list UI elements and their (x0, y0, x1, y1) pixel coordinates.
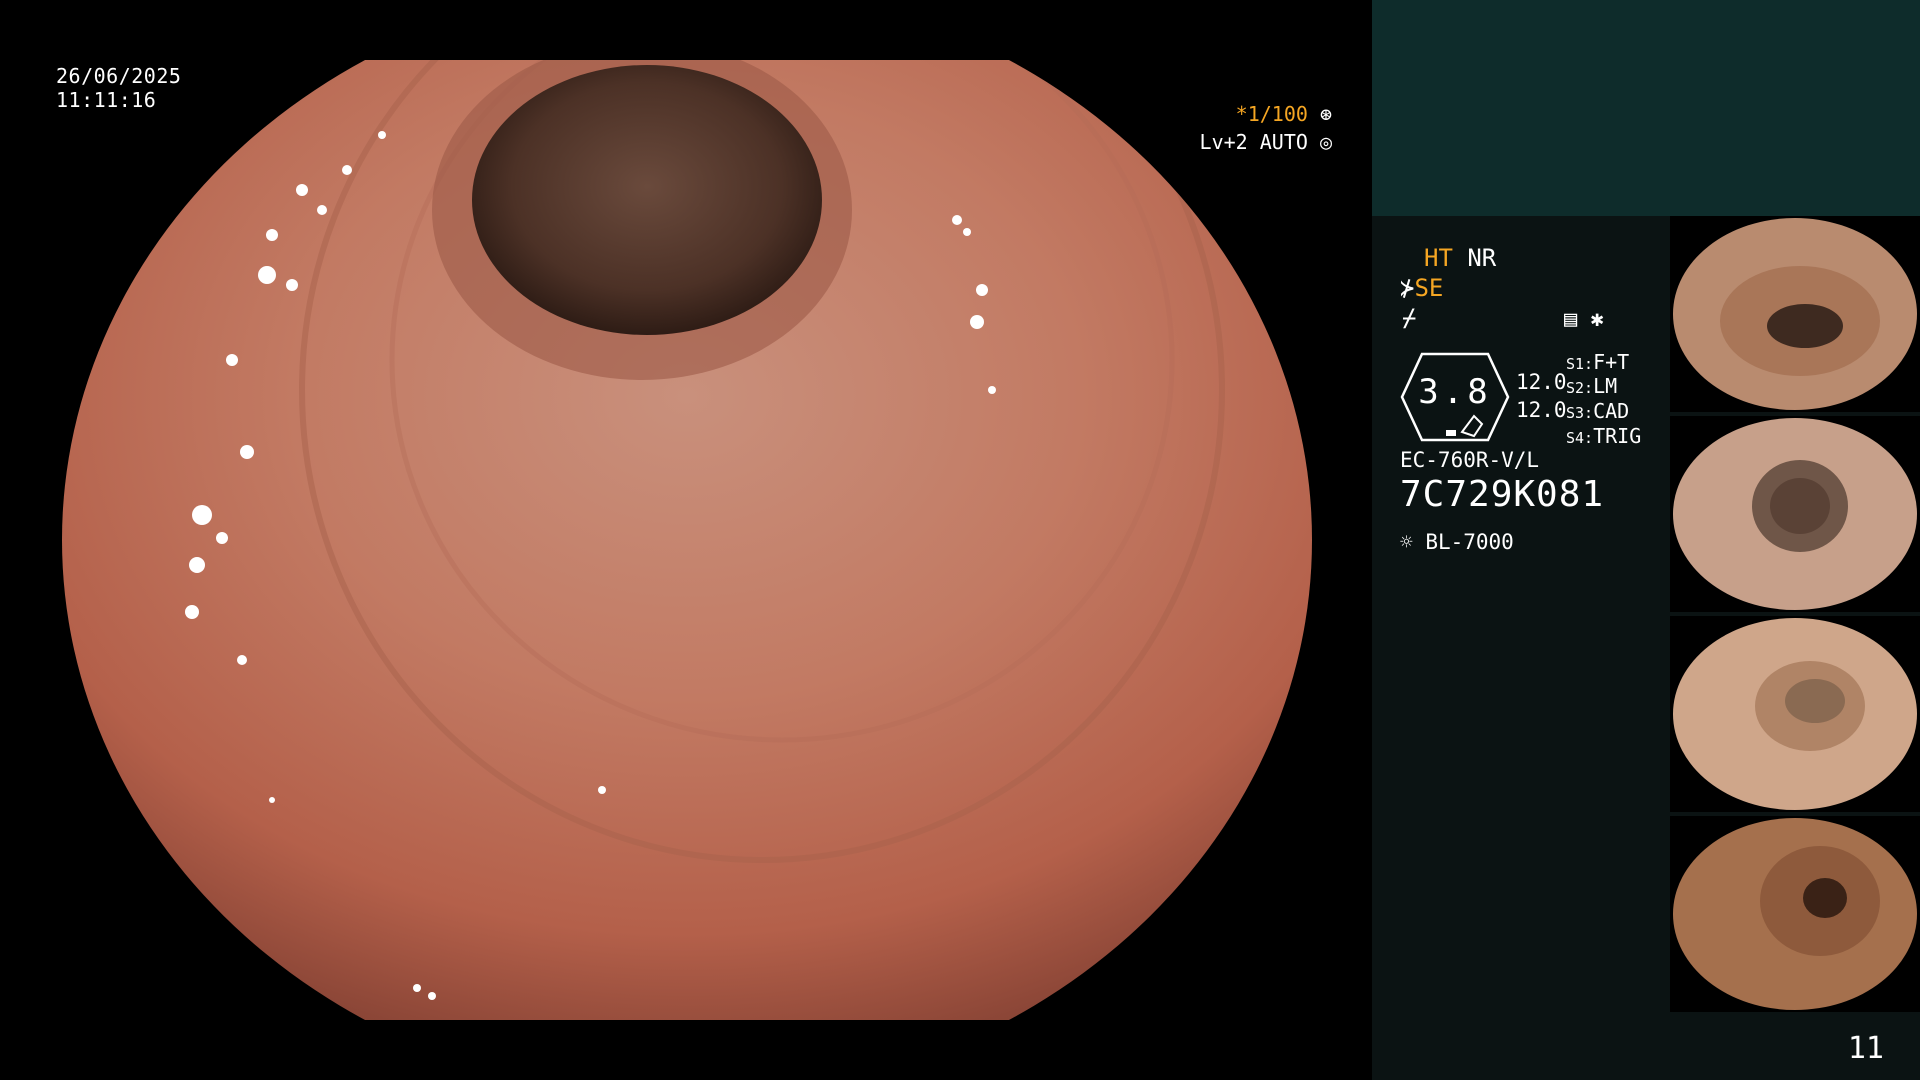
light-source: ☼ BL-7000 (1400, 530, 1514, 554)
thumbnail-4[interactable] (1670, 816, 1920, 1012)
thumbnail-2[interactable] (1670, 416, 1920, 612)
scope-tool-icon: ⊁ (1400, 274, 1415, 302)
se-label: SE (1414, 274, 1444, 302)
gain-bottom: 12.0 (1516, 398, 1567, 422)
thumbnail-3[interactable] (1670, 616, 1920, 812)
light-source-icon: ☼ (1400, 530, 1413, 554)
ht-nr-row: HT NR (1424, 244, 1496, 272)
wave-row: ⌿ (1402, 304, 1416, 332)
side-panel-header (1372, 0, 1920, 216)
scope-model: EC-760R-V/L (1400, 448, 1540, 472)
page-number: 11 (1847, 1031, 1884, 1066)
gain-top: 12.0 (1516, 370, 1567, 394)
switch-s2: S2:LM (1566, 374, 1618, 398)
ht-label: HT (1424, 244, 1453, 272)
switch-s1: S1:F+T (1566, 350, 1630, 374)
switch-s3: S3:CAD (1566, 399, 1630, 423)
shutter-speed: *1/100 (1235, 102, 1308, 126)
asterisk-icon: ✱ (1590, 307, 1604, 332)
memory-card-icon: ▤ (1564, 307, 1578, 332)
light-source-label: BL-7000 (1425, 530, 1514, 554)
brightness-level: Lv+2 AUTO (1199, 130, 1308, 154)
main-endoscope-view: 26/06/2025 11:11:16 *1/100 ⊛ Lv+2 AUTO ◎ (0, 0, 1372, 1080)
se-row: ⊁SE (1400, 274, 1443, 302)
scope-serial: 7C729K081 (1400, 474, 1605, 515)
thumbnail-1[interactable] (1670, 216, 1920, 412)
switch-s4: S4:TRIG (1566, 424, 1642, 448)
endoscope-image (62, 60, 1312, 1020)
date-label: 26/06/2025 (56, 64, 182, 88)
exposure-overlay: *1/100 ⊛ Lv+2 AUTO ◎ (1200, 100, 1332, 156)
nr-label: NR (1467, 244, 1497, 272)
datetime-overlay: 26/06/2025 11:11:16 (56, 64, 181, 112)
auto-light-icon: ◎ (1319, 130, 1332, 154)
zoom-value: 3.8 (1418, 372, 1492, 412)
memory-row: ▤ ✱ (1564, 306, 1604, 334)
shutter-gear-icon: ⊛ (1319, 102, 1332, 126)
wave-icon: ⌿ (1402, 304, 1417, 332)
time-label: 11:11:16 (56, 88, 157, 112)
